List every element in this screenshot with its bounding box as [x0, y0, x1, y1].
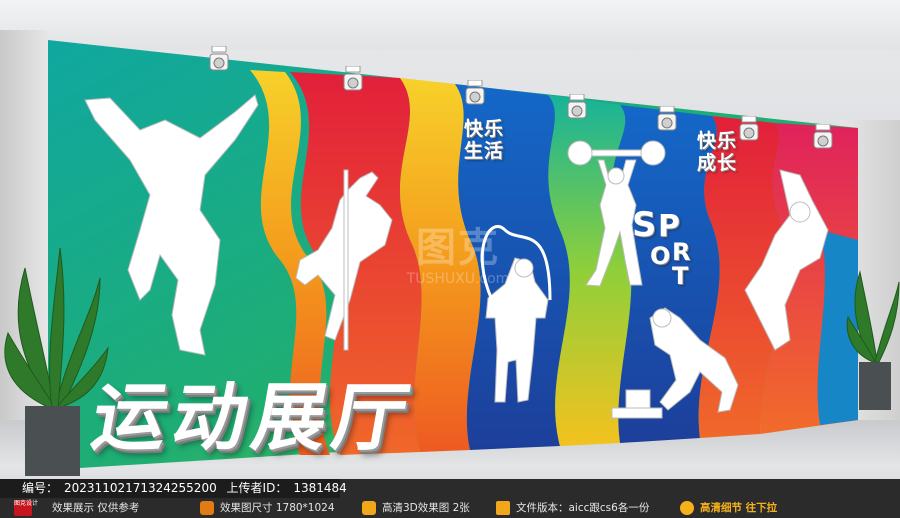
id-value: 20231102171324255200: [64, 481, 217, 495]
potted-plant-left: [4, 247, 109, 476]
tagline-line: 快乐: [696, 130, 737, 152]
picture-icon: [200, 501, 214, 515]
info-id-row: 编号： 20231102171324255200 上传者ID： 1381484: [0, 479, 347, 498]
size-info: 效果图尺寸 1780*1024: [200, 498, 335, 518]
tagline-line: 成长: [696, 152, 737, 174]
detail-hint-text: 高清细节 往下拉: [700, 502, 778, 514]
sport-letter-t: T: [672, 262, 689, 290]
spotlight-icon: [209, 46, 229, 71]
sport-letter-s: S: [632, 205, 657, 245]
watermark-sub: TUSHUXU.com: [406, 271, 510, 287]
preview-note: 效果展示 仅供参考: [52, 498, 139, 518]
image-icon: [362, 501, 376, 515]
potted-plant-right: [846, 270, 900, 410]
preview-note-text: 效果展示 仅供参考: [52, 502, 140, 514]
hd-info-text: 高清3D效果图 2张: [382, 502, 470, 514]
checkbox-icon: [496, 501, 510, 515]
uploader-value: 1381484: [293, 481, 347, 495]
info-bar: 编号： 20231102171324255200 上传者ID： 1381484 图克…: [0, 479, 900, 518]
hd-info: 高清3D效果图 2张: [362, 498, 470, 518]
detail-hint: 高清细节 往下拉: [680, 498, 777, 518]
spotlight-icon: [343, 66, 363, 91]
id-label: 编号：: [22, 481, 59, 495]
main-title: 运动展厅: [85, 375, 421, 461]
tagline-happy-life: 快乐 生活: [453, 118, 515, 162]
brand-logo-text: 图克设计: [14, 500, 39, 507]
watermark: 图克 TUSHUXU.com: [378, 225, 538, 315]
sport-letter-r: R: [672, 238, 691, 266]
showroom-scene: 快乐 生活 快乐 成长 S P O R T 运动展厅 图克 TUSHUXU.co…: [0, 0, 900, 498]
tagline-happy-growth: 快乐 成长: [686, 130, 748, 174]
spotlight-icon: [465, 80, 485, 105]
version-info: 文件版本：aicc跟cs6各一份: [496, 498, 649, 518]
spotlight-icon: [657, 106, 677, 131]
brand-logo: 图克设计: [14, 500, 38, 516]
spotlight-icon: [813, 124, 833, 149]
tagline-line: 快乐: [463, 118, 504, 140]
spotlight-icon: [567, 94, 587, 119]
tagline-line: 生活: [463, 140, 504, 162]
watermark-mark: 图克: [416, 225, 500, 271]
uploader-label: 上传者ID：: [226, 481, 288, 495]
version-info-text: 文件版本：aicc跟cs6各一份: [516, 502, 650, 514]
info-details-row: 图克设计 效果展示 仅供参考 效果图尺寸 1780*1024 高清3D效果图 2…: [0, 498, 900, 518]
sport-letter-o: O: [650, 242, 671, 270]
size-info-text: 效果图尺寸 1780*1024: [220, 502, 335, 514]
chevron-down-icon: [680, 501, 694, 515]
